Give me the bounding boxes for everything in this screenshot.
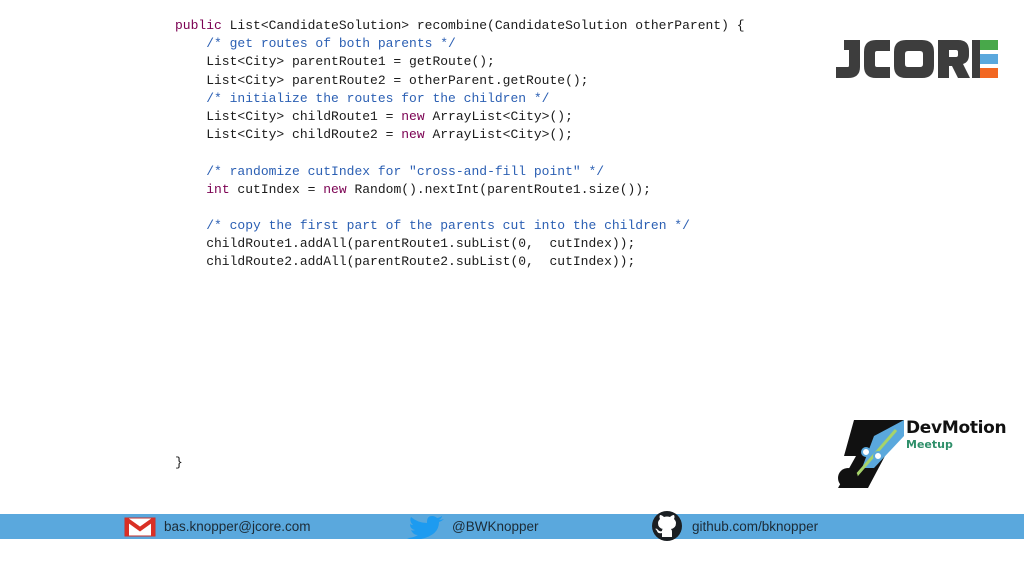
- code-line: /* get routes of both parents */: [175, 35, 815, 53]
- code-keyword: new: [401, 108, 425, 124]
- footer-twitter-text[interactable]: @BWKnopper: [452, 519, 539, 534]
- code-line: /* copy the first part of the parents cu…: [175, 217, 815, 235]
- code-line: /* randomize cutIndex for "cross-and-fil…: [175, 163, 815, 181]
- jcore-logo-graphic: [836, 40, 998, 78]
- code-keyword: public: [175, 18, 222, 33]
- code-line: childRoute2.addAll(parentRoute2.subList(…: [175, 253, 815, 271]
- devmotion-logo: DevMotion Meetup: [834, 416, 1014, 492]
- code-keyword: new: [323, 181, 347, 197]
- code-line: }: [175, 454, 815, 472]
- code-line: List<City> parentRoute2 = otherParent.ge…: [175, 72, 815, 90]
- code-text: childRoute1.addAll(parentRoute1.subList(…: [175, 236, 636, 252]
- code-line: List<City> childRoute1 = new ArrayList<C…: [175, 108, 815, 126]
- twitter-icon: [407, 515, 444, 539]
- code-text: cutIndex =: [229, 181, 324, 197]
- slide: public List<CandidateSolution> recombine…: [0, 0, 1024, 576]
- code-comment: /* randomize cutIndex for "cross-and-fil…: [206, 163, 605, 179]
- code-comment: /* initialize the routes for the childre…: [206, 90, 550, 106]
- code-text: Random().nextInt(parentRoute1.size());: [346, 181, 651, 197]
- footer-twitter[interactable]: @BWKnopper: [406, 514, 539, 539]
- code-text: ArrayList<City>();: [424, 108, 573, 124]
- code-line: childRoute1.addAll(parentRoute1.subList(…: [175, 235, 815, 253]
- code-text: List<City> childRoute1 =: [175, 108, 402, 124]
- code-text: List<CandidateSolution> recombine(Candid…: [221, 18, 745, 33]
- code-line: int cutIndex = new Random().nextInt(pare…: [175, 181, 815, 199]
- footer-email-text[interactable]: bas.knopper@jcore.com: [164, 519, 311, 534]
- footer-github[interactable]: github.com/bknopper: [651, 510, 818, 541]
- code-text: }: [175, 454, 183, 470]
- code-keyword: new: [401, 127, 425, 143]
- code-line: List<City> childRoute2 = new ArrayList<C…: [175, 126, 815, 144]
- code-text: ArrayList<City>();: [424, 127, 573, 143]
- code-line: /* initialize the routes for the childre…: [175, 90, 815, 108]
- code-text: childRoute2.addAll(parentRoute2.subList(…: [175, 254, 636, 270]
- footer-bar: bas.knopper@jcore.com @BWKnopper github.…: [0, 510, 1024, 541]
- gmail-icon: [124, 516, 156, 536]
- footer-github-text[interactable]: github.com/bknopper: [692, 519, 818, 534]
- code-block: public List<CandidateSolution> recombine…: [175, 17, 815, 472]
- code-text: List<City> childRoute2 =: [175, 127, 402, 143]
- devmotion-subtitle: Meetup: [906, 438, 953, 451]
- github-icon: [652, 510, 682, 541]
- code-comment: /* copy the first part of the parents cu…: [206, 218, 690, 234]
- devmotion-logo-icon: [838, 420, 904, 488]
- code-text: List<City> parentRoute1 = getRoute();: [175, 54, 495, 70]
- code-line: List<City> parentRoute1 = getRoute();: [175, 53, 815, 71]
- footer-email[interactable]: bas.knopper@jcore.com: [124, 514, 311, 539]
- code-comment: /* get routes of both parents */: [206, 36, 456, 52]
- code-text: List<City> parentRoute2 = otherParent.ge…: [175, 72, 589, 88]
- devmotion-title: DevMotion: [906, 418, 1007, 438]
- code-line: public List<CandidateSolution> recombine…: [175, 17, 815, 35]
- jcore-logo: [830, 35, 1000, 83]
- code-keyword: int: [206, 181, 230, 197]
